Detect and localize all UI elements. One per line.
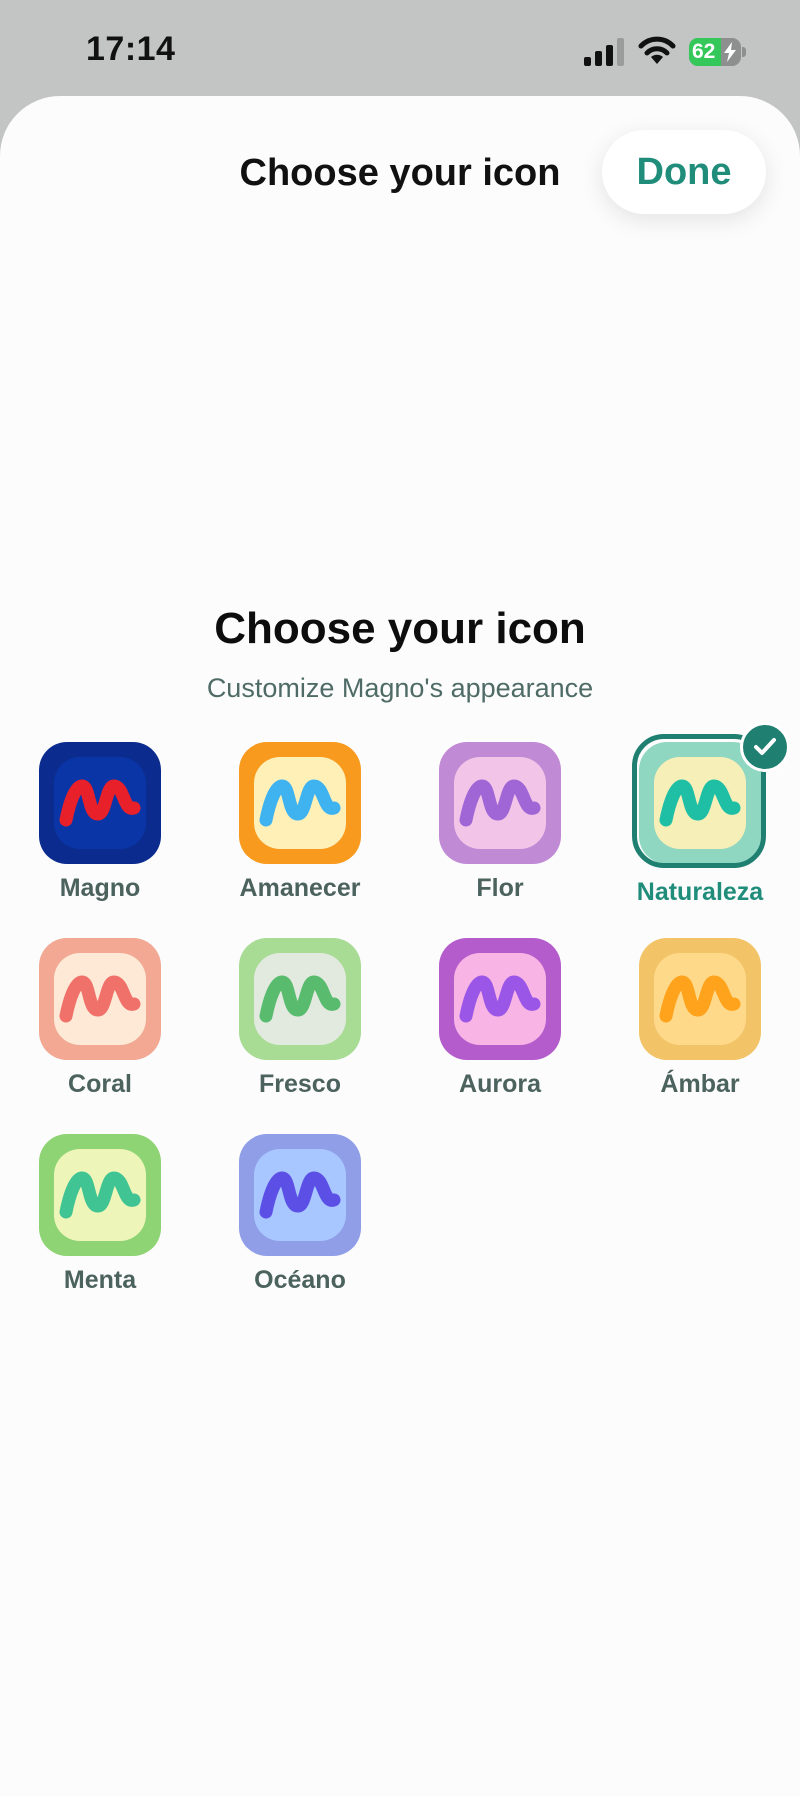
page-subtitle: Customize Magno's appearance [206,673,594,703]
battery-percent: 62 [692,40,716,63]
app-icon-image-aurora [439,938,561,1060]
app-icon-image-flor [439,742,561,864]
app-icon-image-fresco [239,938,361,1060]
icon-label-menta: Menta [63,1266,137,1294]
checkmark-icon [740,722,790,772]
icon-option-oceano[interactable]: Océano [200,1134,400,1334]
icon-label-amanecer: Amanecer [239,874,361,902]
icon-label-fresco: Fresco [259,1070,341,1098]
icon-option-menta[interactable]: Menta [0,1134,200,1334]
icon-option-magno[interactable]: Magno [0,742,200,942]
app-icon-image-oceano [239,1134,361,1256]
icon-label-coral: Coral [68,1070,132,1098]
wifi-icon [638,36,676,64]
icon-option-naturaleza[interactable]: Naturaleza [600,722,800,942]
icon-label-naturaleza: Naturaleza [636,878,764,906]
icon-label-oceano: Océano [254,1266,346,1294]
app-icon-image-amanecer [239,742,361,864]
app-icon-image-ambar [639,938,761,1060]
icon-option-fresco[interactable]: Fresco [200,938,400,1138]
status-bar: 17:14 62 [0,0,800,96]
icon-option-ambar[interactable]: Ámbar [600,938,800,1138]
icon-option-flor[interactable]: Flor [400,742,600,942]
app-icon-image-magno [39,742,161,864]
icon-label-ambar: Ámbar [660,1070,740,1098]
battery-indicator: 62 [689,38,746,66]
done-button[interactable]: Done [602,130,766,214]
icon-option-aurora[interactable]: Aurora [400,938,600,1138]
page-title: Choose your icon [214,604,586,653]
icon-label-aurora: Aurora [459,1070,541,1098]
cellular-signal-icon [584,38,624,66]
app-icon-image-menta [39,1134,161,1256]
status-time: 17:14 [86,30,176,68]
icon-label-flor: Flor [476,874,524,902]
icon-option-amanecer[interactable]: Amanecer [200,742,400,942]
icon-option-coral[interactable]: Coral [0,938,200,1138]
charging-bolt-icon [724,42,736,62]
icon-picker-sheet: Choose your icon Done Choose your icon C… [0,96,800,1796]
icon-label-magno: Magno [59,874,141,902]
app-icon-image-coral [39,938,161,1060]
